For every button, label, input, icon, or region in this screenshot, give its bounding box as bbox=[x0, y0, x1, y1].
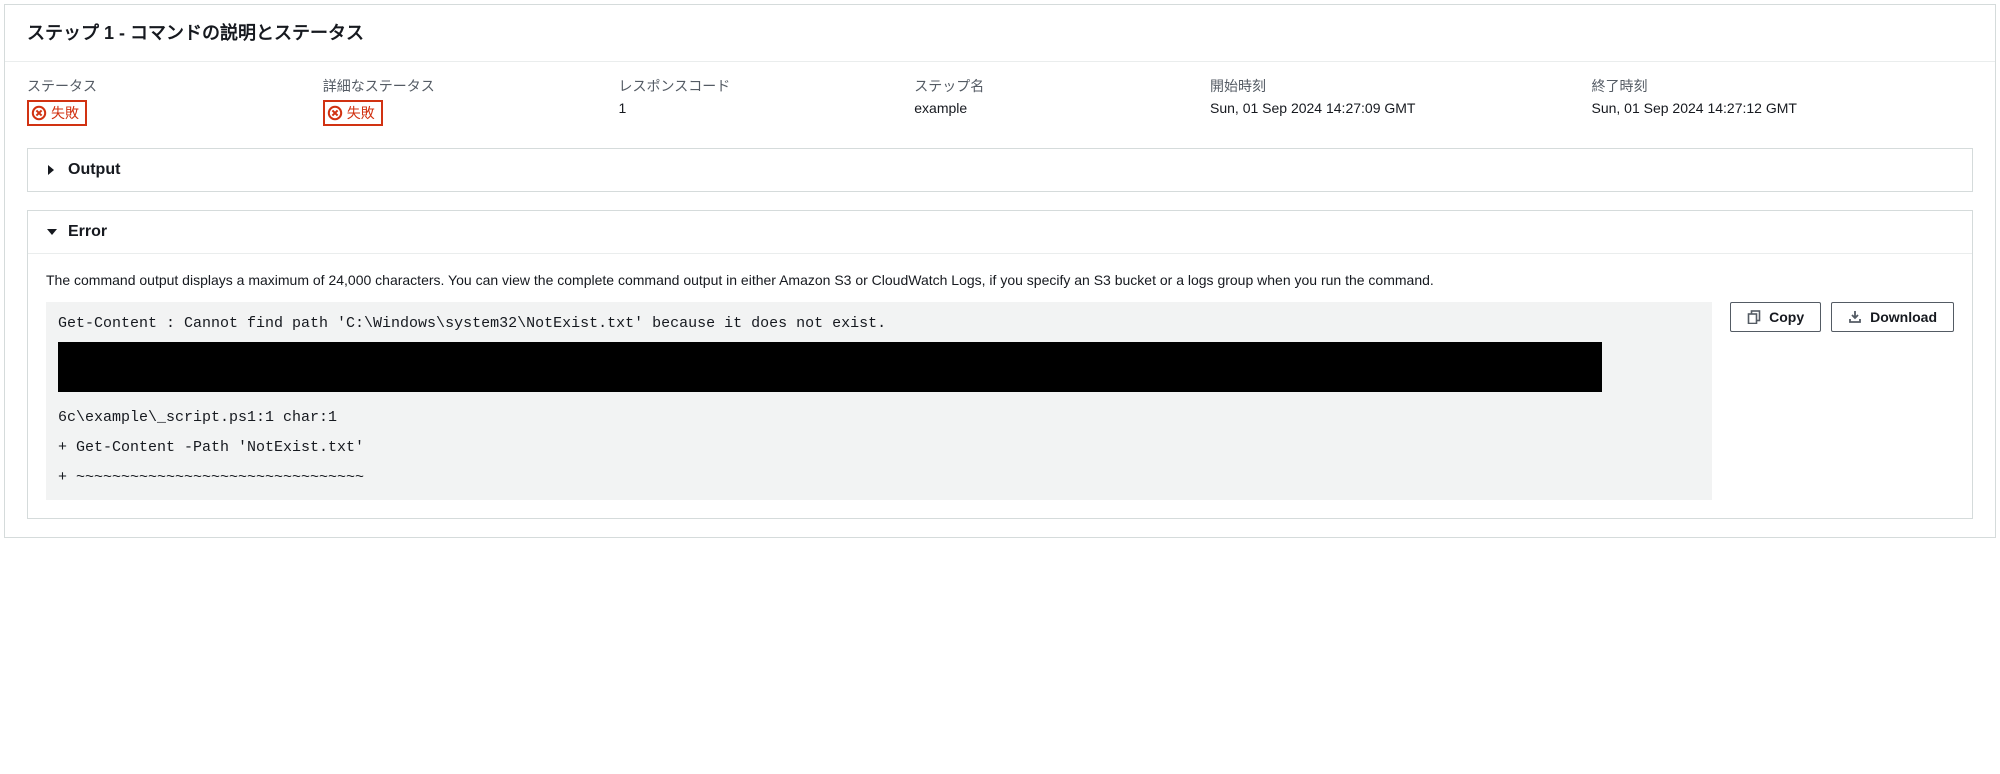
output-section-title: Output bbox=[68, 161, 120, 179]
status-field-step-name: ステップ名 example bbox=[914, 76, 1210, 126]
copy-button-label: Copy bbox=[1769, 309, 1804, 325]
detailed-status-badge-failed: 失敗 bbox=[323, 100, 383, 126]
detailed-status-value: 失敗 bbox=[347, 103, 375, 123]
error-circle-icon bbox=[327, 105, 343, 121]
error-line: 6c\example\_script.ps1:1 char:1 bbox=[58, 406, 1700, 430]
start-time-label: 開始時刻 bbox=[1210, 76, 1581, 96]
error-section-title: Error bbox=[68, 223, 107, 241]
error-section: Error The command output displays a maxi… bbox=[27, 210, 1973, 519]
detailed-status-label: 詳細なステータス bbox=[323, 76, 609, 96]
status-field-status: ステータス 失敗 bbox=[27, 76, 323, 126]
status-field-response-code: レスポンスコード 1 bbox=[619, 76, 915, 126]
error-line: Get-Content : Cannot find path 'C:\Windo… bbox=[58, 312, 1700, 336]
status-field-detailed: 詳細なステータス 失敗 bbox=[323, 76, 619, 126]
response-code-label: レスポンスコード bbox=[619, 76, 905, 96]
copy-button[interactable]: Copy bbox=[1730, 302, 1821, 332]
copy-icon bbox=[1747, 310, 1761, 324]
step-name-value: example bbox=[914, 100, 1200, 116]
error-output-textarea[interactable]: Get-Content : Cannot find path 'C:\Windo… bbox=[46, 302, 1712, 500]
start-time-value: Sun, 01 Sep 2024 14:27:09 GMT bbox=[1210, 100, 1581, 116]
status-value: 失敗 bbox=[51, 103, 79, 123]
error-line: + Get-Content -Path 'NotExist.txt' bbox=[58, 436, 1700, 460]
download-icon bbox=[1848, 310, 1862, 324]
caret-down-icon bbox=[46, 227, 58, 237]
redacted-block bbox=[58, 342, 1602, 392]
end-time-label: 終了時刻 bbox=[1591, 76, 1962, 96]
caret-right-icon bbox=[46, 164, 58, 176]
download-button[interactable]: Download bbox=[1831, 302, 1954, 332]
status-grid: ステータス 失敗 詳細なステータス 失敗 レスポンスコード 1 ステップ名 bbox=[5, 62, 1995, 148]
error-circle-icon bbox=[31, 105, 47, 121]
error-actions: Copy Download bbox=[1730, 302, 1954, 332]
output-section-toggle[interactable]: Output bbox=[28, 149, 1972, 191]
end-time-value: Sun, 01 Sep 2024 14:27:12 GMT bbox=[1591, 100, 1962, 116]
error-line: + ~~~~~~~~~~~~~~~~~~~~~~~~~~~~~~~~ bbox=[58, 466, 1700, 490]
status-field-end-time: 終了時刻 Sun, 01 Sep 2024 14:27:12 GMT bbox=[1591, 76, 1972, 126]
status-label: ステータス bbox=[27, 76, 313, 96]
download-button-label: Download bbox=[1870, 309, 1937, 325]
step-name-label: ステップ名 bbox=[914, 76, 1200, 96]
status-field-start-time: 開始時刻 Sun, 01 Sep 2024 14:27:09 GMT bbox=[1210, 76, 1591, 126]
page-title: ステップ 1 - コマンドの説明とステータス bbox=[27, 19, 1973, 45]
error-help-text: The command output displays a maximum of… bbox=[46, 272, 1954, 288]
output-section: Output bbox=[27, 148, 1973, 192]
status-badge-failed: 失敗 bbox=[27, 100, 87, 126]
error-section-toggle[interactable]: Error bbox=[28, 211, 1972, 253]
response-code-value: 1 bbox=[619, 100, 905, 116]
